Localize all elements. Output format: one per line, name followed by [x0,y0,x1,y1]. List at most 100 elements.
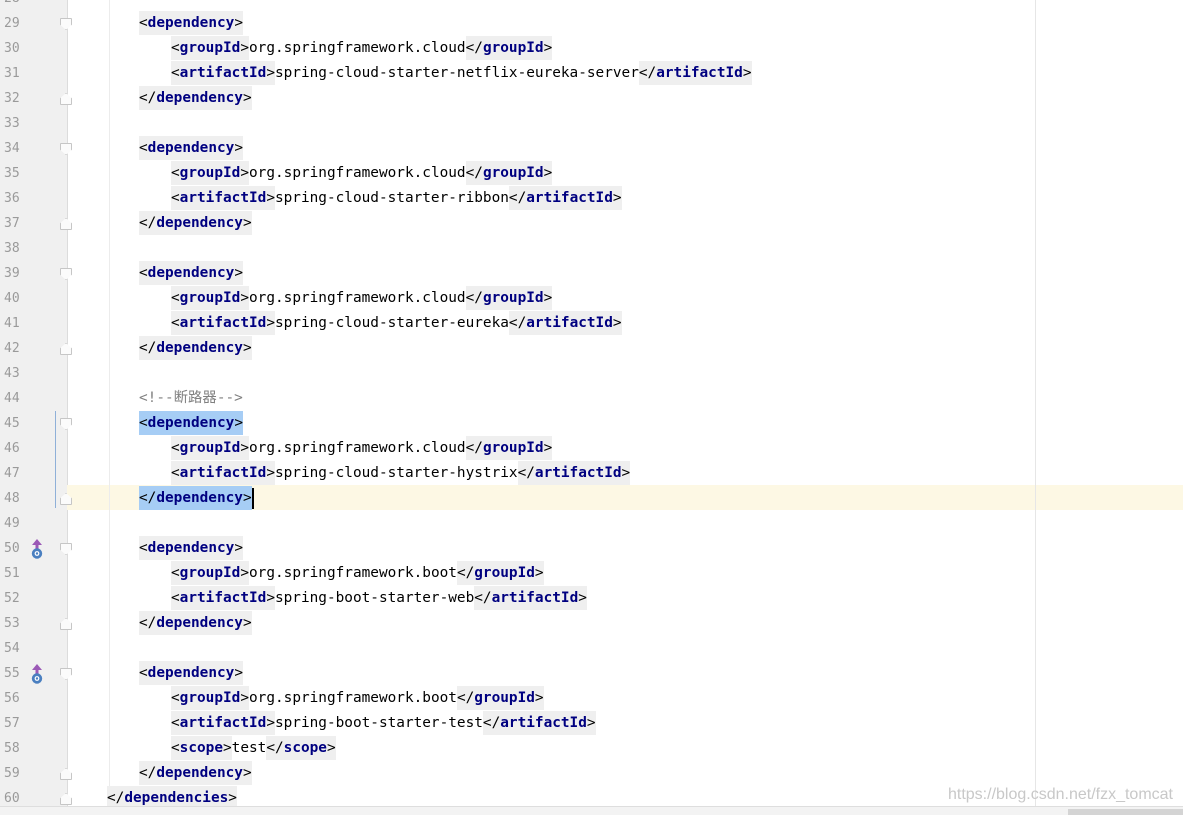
code-content[interactable]: </dependency> [139,486,254,511]
xml-tag[interactable]: </dependency> [139,211,252,235]
xml-tag[interactable]: </scope> [266,736,336,760]
code-line[interactable]: 43 [0,361,1183,386]
xml-tag[interactable]: <groupId> [171,561,249,585]
code-content[interactable]: <artifactId>spring-cloud-starter-ribbon<… [171,186,622,211]
code-content[interactable]: <groupId>org.springframework.cloud</grou… [171,286,553,311]
code-line[interactable]: 46 <groupId>org.springframework.cloud</gr… [0,436,1183,461]
code-line[interactable]: 34 <dependency> [0,136,1183,161]
xml-tag[interactable]: <groupId> [171,286,249,310]
code-line[interactable]: 40 <groupId>org.springframework.cloud</gr… [0,286,1183,311]
xml-tag[interactable]: <groupId> [171,436,249,460]
xml-tag[interactable]: <dependency> [139,261,243,285]
code-content[interactable]: <artifactId>spring-boot-starter-test</ar… [171,711,596,736]
code-content[interactable]: <dependency> [139,536,243,561]
code-line[interactable]: 32 </dependency> [0,86,1183,111]
code-line[interactable]: 55 <dependency> [0,661,1183,686]
fold-collapse-icon[interactable] [60,143,72,155]
xml-tag[interactable]: </dependency> [139,86,252,110]
xml-tag[interactable]: <artifactId> [171,186,275,210]
code-line[interactable]: 59 </dependency> [0,761,1183,786]
maven-override-icon[interactable] [28,663,46,685]
code-content[interactable]: <groupId>org.springframework.cloud</grou… [171,161,553,186]
code-content[interactable]: <dependency> [139,411,243,436]
xml-tag[interactable]: </artifactId> [482,711,596,735]
code-line[interactable]: 33 [0,111,1183,136]
fold-collapse-icon[interactable] [60,418,72,430]
code-line[interactable]: 31 <artifactId>spring-cloud-starter-netfl… [0,61,1183,86]
code-content[interactable]: <groupId>org.springframework.cloud</grou… [171,36,553,61]
code-content[interactable]: <!--断路器--> [139,386,243,411]
xml-tag[interactable]: </groupId> [456,686,544,710]
code-line[interactable]: 52 <artifactId>spring-boot-starter-web</a… [0,586,1183,611]
fold-collapse-icon[interactable] [60,668,72,680]
code-line[interactable]: 54 [0,636,1183,661]
xml-tag[interactable]: <dependency> [139,11,243,35]
code-content[interactable]: <groupId>org.springframework.boot</group… [171,686,544,711]
code-content[interactable]: <groupId>org.springframework.boot</group… [171,561,544,586]
code-line[interactable]: 53 </dependency> [0,611,1183,636]
code-line[interactable]: 38 [0,236,1183,261]
horizontal-scrollbar-thumb[interactable] [1068,809,1183,815]
xml-tag[interactable]: </dependency> [139,611,252,635]
xml-tag[interactable]: <artifactId> [171,61,275,85]
code-content[interactable]: </dependency> [139,611,252,636]
xml-tag[interactable]: <scope> [171,736,232,760]
xml-tag[interactable]: </groupId> [465,161,553,185]
xml-tag[interactable]: <dependency> [139,536,243,560]
fold-collapse-icon[interactable] [60,18,72,30]
xml-tag[interactable]: <groupId> [171,36,249,60]
xml-tag[interactable]: <dependency> [139,136,243,160]
code-content[interactable]: <groupId>org.springframework.cloud</grou… [171,436,553,461]
xml-tag[interactable]: <artifactId> [171,586,275,610]
code-content[interactable]: <artifactId>spring-cloud-starter-netflix… [171,61,752,86]
xml-tag[interactable]: </dependency> [139,761,252,785]
code-line[interactable]: 28 [0,0,1183,11]
code-line[interactable]: 36 <artifactId>spring-cloud-starter-ribbo… [0,186,1183,211]
code-line[interactable]: 35 <groupId>org.springframework.cloud</gr… [0,161,1183,186]
xml-tag[interactable]: <groupId> [171,161,249,185]
code-line[interactable]: 56 <groupId>org.springframework.boot</gro… [0,686,1183,711]
code-line[interactable]: 48 </dependency> [0,486,1183,511]
fold-end-icon[interactable] [60,768,72,780]
maven-override-icon[interactable] [28,538,46,560]
code-content[interactable]: <scope>test</scope> [171,736,336,761]
code-content[interactable]: </dependency> [139,761,252,786]
code-content[interactable]: <artifactId>spring-boot-starter-web</art… [171,586,587,611]
xml-tag[interactable]: <groupId> [171,686,249,710]
xml-tag[interactable]: </artifactId> [638,61,752,85]
code-content[interactable]: <dependency> [139,261,243,286]
code-line[interactable]: 30 <groupId>org.springframework.cloud</gr… [0,36,1183,61]
fold-end-icon[interactable] [60,618,72,630]
xml-tag[interactable]: <dependency> [139,661,243,685]
code-content[interactable]: <dependency> [139,11,243,36]
xml-tag[interactable]: </groupId> [465,436,553,460]
xml-tag[interactable]: </groupId> [456,561,544,585]
xml-tag[interactable]: </artifactId> [517,461,631,485]
code-line[interactable]: 37 </dependency> [0,211,1183,236]
xml-tag[interactable]: </dependency> [139,336,252,360]
code-line[interactable]: 49 [0,511,1183,536]
code-line[interactable]: 42 </dependency> [0,336,1183,361]
code-line[interactable]: 29 <dependency> [0,11,1183,36]
xml-tag[interactable]: <artifactId> [171,711,275,735]
xml-tag[interactable]: </artifactId> [508,186,622,210]
code-content[interactable]: </dependency> [139,86,252,111]
fold-collapse-icon[interactable] [60,543,72,555]
code-line[interactable]: 47 <artifactId>spring-cloud-starter-hystr… [0,461,1183,486]
code-content[interactable]: <dependency> [139,661,243,686]
code-line[interactable]: 44 <!--断路器--> [0,386,1183,411]
code-content[interactable]: <dependency> [139,136,243,161]
code-line[interactable]: 57 <artifactId>spring-boot-starter-test</… [0,711,1183,736]
xml-tag[interactable]: </artifactId> [508,311,622,335]
code-line[interactable]: 51 <groupId>org.springframework.boot</gro… [0,561,1183,586]
code-line[interactable]: 58 <scope>test</scope> [0,736,1183,761]
code-editor[interactable]: 2829<dependency>30<groupId>org.springfra… [0,0,1183,811]
fold-collapse-icon[interactable] [60,268,72,280]
fold-end-icon[interactable] [60,93,72,105]
xml-tag[interactable]: </artifactId> [474,586,587,610]
xml-tag[interactable]: </groupId> [465,286,553,310]
fold-end-icon[interactable] [60,493,72,505]
xml-tag[interactable]: <artifactId> [171,311,275,335]
code-line[interactable]: 39 <dependency> [0,261,1183,286]
fold-end-icon[interactable] [60,343,72,355]
